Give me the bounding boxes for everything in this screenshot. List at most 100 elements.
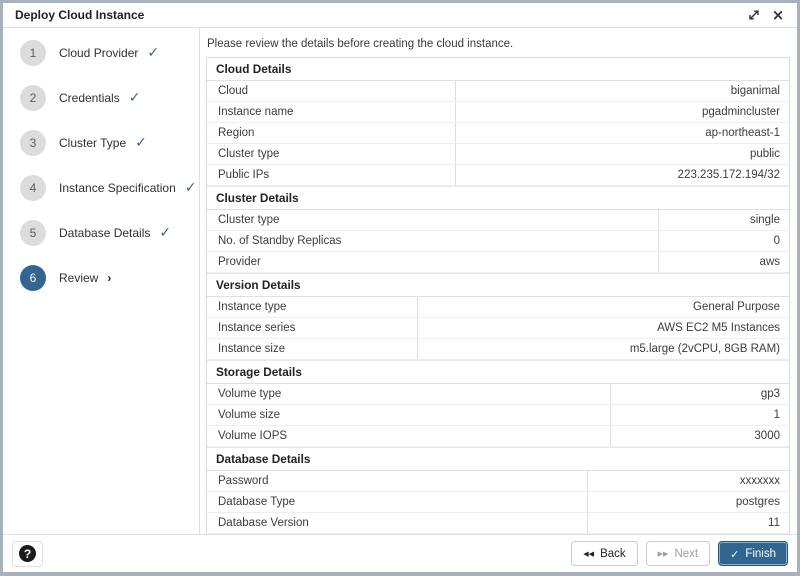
section-title: Version Details (207, 273, 789, 297)
review-note: Please review the details before creatin… (207, 38, 790, 50)
table-row: No. of Standby Replicas 0 (207, 231, 789, 252)
row-label: Cluster type (207, 144, 456, 164)
table-row: Cloud biganimal (207, 81, 789, 102)
section-database-details: Database Details Password xxxxxxx Databa… (207, 447, 789, 534)
row-value: biganimal (456, 81, 790, 101)
table-row: Instance series AWS EC2 M5 Instances (207, 318, 789, 339)
step-label: Cluster Type (59, 136, 126, 150)
table-row: Public IPs 223.235.172.194/32 (207, 165, 789, 186)
step-credentials[interactable]: 2 Credentials ✓ (3, 75, 199, 120)
step-number-badge: 1 (20, 40, 46, 66)
finish-button-label: Finish (745, 548, 776, 560)
row-value: 223.235.172.194/32 (456, 165, 790, 185)
section-cloud-details: Cloud Details Cloud biganimal Instance n… (207, 58, 789, 186)
table-row: Database Version 11 (207, 513, 789, 534)
table-row: Instance type General Purpose (207, 297, 789, 318)
step-number-badge: 3 (20, 130, 46, 156)
step-label: Review (59, 271, 98, 285)
review-summary: Cloud Details Cloud biganimal Instance n… (206, 57, 790, 534)
step-number-badge: 2 (20, 85, 46, 111)
back-button-label: Back (600, 548, 626, 560)
row-label: Instance name (207, 102, 456, 122)
row-label: Instance type (207, 297, 418, 317)
check-icon: ✓ (129, 90, 141, 106)
table-row: Instance size m5.large (2vCPU, 8GB RAM) (207, 339, 789, 360)
row-label: Volume size (207, 405, 611, 425)
section-title: Cloud Details (207, 58, 789, 81)
help-icon: ? (19, 545, 36, 562)
section-storage-details: Storage Details Volume type gp3 Volume s… (207, 360, 789, 447)
row-label: Cloud (207, 81, 456, 101)
row-label: Database Type (207, 492, 588, 512)
row-label: Provider (207, 252, 659, 272)
step-label: Cloud Provider (59, 46, 138, 60)
step-number-badge: 6 (20, 265, 46, 291)
table-row: Database Type postgres (207, 492, 789, 513)
step-label: Credentials (59, 91, 120, 105)
table-row: Volume type gp3 (207, 384, 789, 405)
step-instance-specification[interactable]: 4 Instance Specification ✓ (3, 165, 199, 210)
row-value: General Purpose (418, 297, 789, 317)
check-icon: ✓ (147, 45, 159, 61)
table-row: Instance name pgadmincluster (207, 102, 789, 123)
row-label: Password (207, 471, 588, 491)
step-number-badge: 4 (20, 175, 46, 201)
table-row: Volume size 1 (207, 405, 789, 426)
step-label: Instance Specification (59, 181, 176, 195)
dialog-body: 1 Cloud Provider ✓ 2 Credentials ✓ 3 Clu… (3, 28, 797, 534)
chevron-right-icon: › (107, 271, 111, 285)
row-value: ap-northeast-1 (456, 123, 790, 143)
table-row: Region ap-northeast-1 (207, 123, 789, 144)
row-label: Public IPs (207, 165, 456, 185)
table-row: Cluster type single (207, 210, 789, 231)
check-icon: ✓ (159, 225, 171, 241)
dialog-footer: ? ◀◀ Back ▶▶ Next ✓ Finish (3, 534, 797, 572)
table-row: Volume IOPS 3000 (207, 426, 789, 447)
row-value: xxxxxxx (588, 471, 789, 491)
row-value: AWS EC2 M5 Instances (418, 318, 789, 338)
wizard-stepper: 1 Cloud Provider ✓ 2 Credentials ✓ 3 Clu… (3, 28, 200, 534)
row-label: Instance series (207, 318, 418, 338)
row-label: Instance size (207, 339, 418, 359)
back-button[interactable]: ◀◀ Back (571, 541, 637, 566)
row-value: 1 (611, 405, 789, 425)
check-icon: ✓ (730, 548, 739, 561)
finish-button[interactable]: ✓ Finish (718, 541, 788, 566)
row-value: m5.large (2vCPU, 8GB RAM) (418, 339, 789, 359)
step-cloud-provider[interactable]: 1 Cloud Provider ✓ (3, 30, 199, 75)
row-label: Region (207, 123, 456, 143)
section-cluster-details: Cluster Details Cluster type single No. … (207, 186, 789, 273)
step-number-badge: 5 (20, 220, 46, 246)
table-row: Cluster type public (207, 144, 789, 165)
review-panel: Please review the details before creatin… (200, 28, 797, 534)
row-value: single (659, 210, 789, 230)
close-icon[interactable]: × (769, 6, 787, 24)
maximize-icon[interactable] (745, 6, 763, 24)
check-icon: ✓ (135, 135, 147, 151)
row-value: aws (659, 252, 789, 272)
table-row: Password xxxxxxx (207, 471, 789, 492)
step-database-details[interactable]: 5 Database Details ✓ (3, 210, 199, 255)
help-button[interactable]: ? (12, 541, 43, 567)
step-cluster-type[interactable]: 3 Cluster Type ✓ (3, 120, 199, 165)
section-version-details: Version Details Instance type General Pu… (207, 273, 789, 360)
row-value: 11 (588, 513, 789, 533)
section-title: Storage Details (207, 360, 789, 384)
row-label: Volume IOPS (207, 426, 611, 446)
row-value: public (456, 144, 790, 164)
row-value: pgadmincluster (456, 102, 790, 122)
step-review[interactable]: 6 Review › (3, 255, 199, 300)
deploy-cloud-instance-dialog: Deploy Cloud Instance × 1 Cloud Provider… (0, 0, 800, 576)
row-value: postgres (588, 492, 789, 512)
row-value: 0 (659, 231, 789, 251)
double-left-arrow-icon: ◀◀ (583, 550, 594, 558)
dialog-title: Deploy Cloud Instance (15, 8, 739, 22)
next-button-label: Next (674, 548, 698, 560)
next-button[interactable]: ▶▶ Next (646, 541, 710, 566)
double-right-arrow-icon: ▶▶ (658, 550, 669, 558)
table-row: Provider aws (207, 252, 789, 273)
step-label: Database Details (59, 226, 150, 240)
dialog-titlebar: Deploy Cloud Instance × (3, 3, 797, 28)
row-value: gp3 (611, 384, 789, 404)
row-label: Volume type (207, 384, 611, 404)
